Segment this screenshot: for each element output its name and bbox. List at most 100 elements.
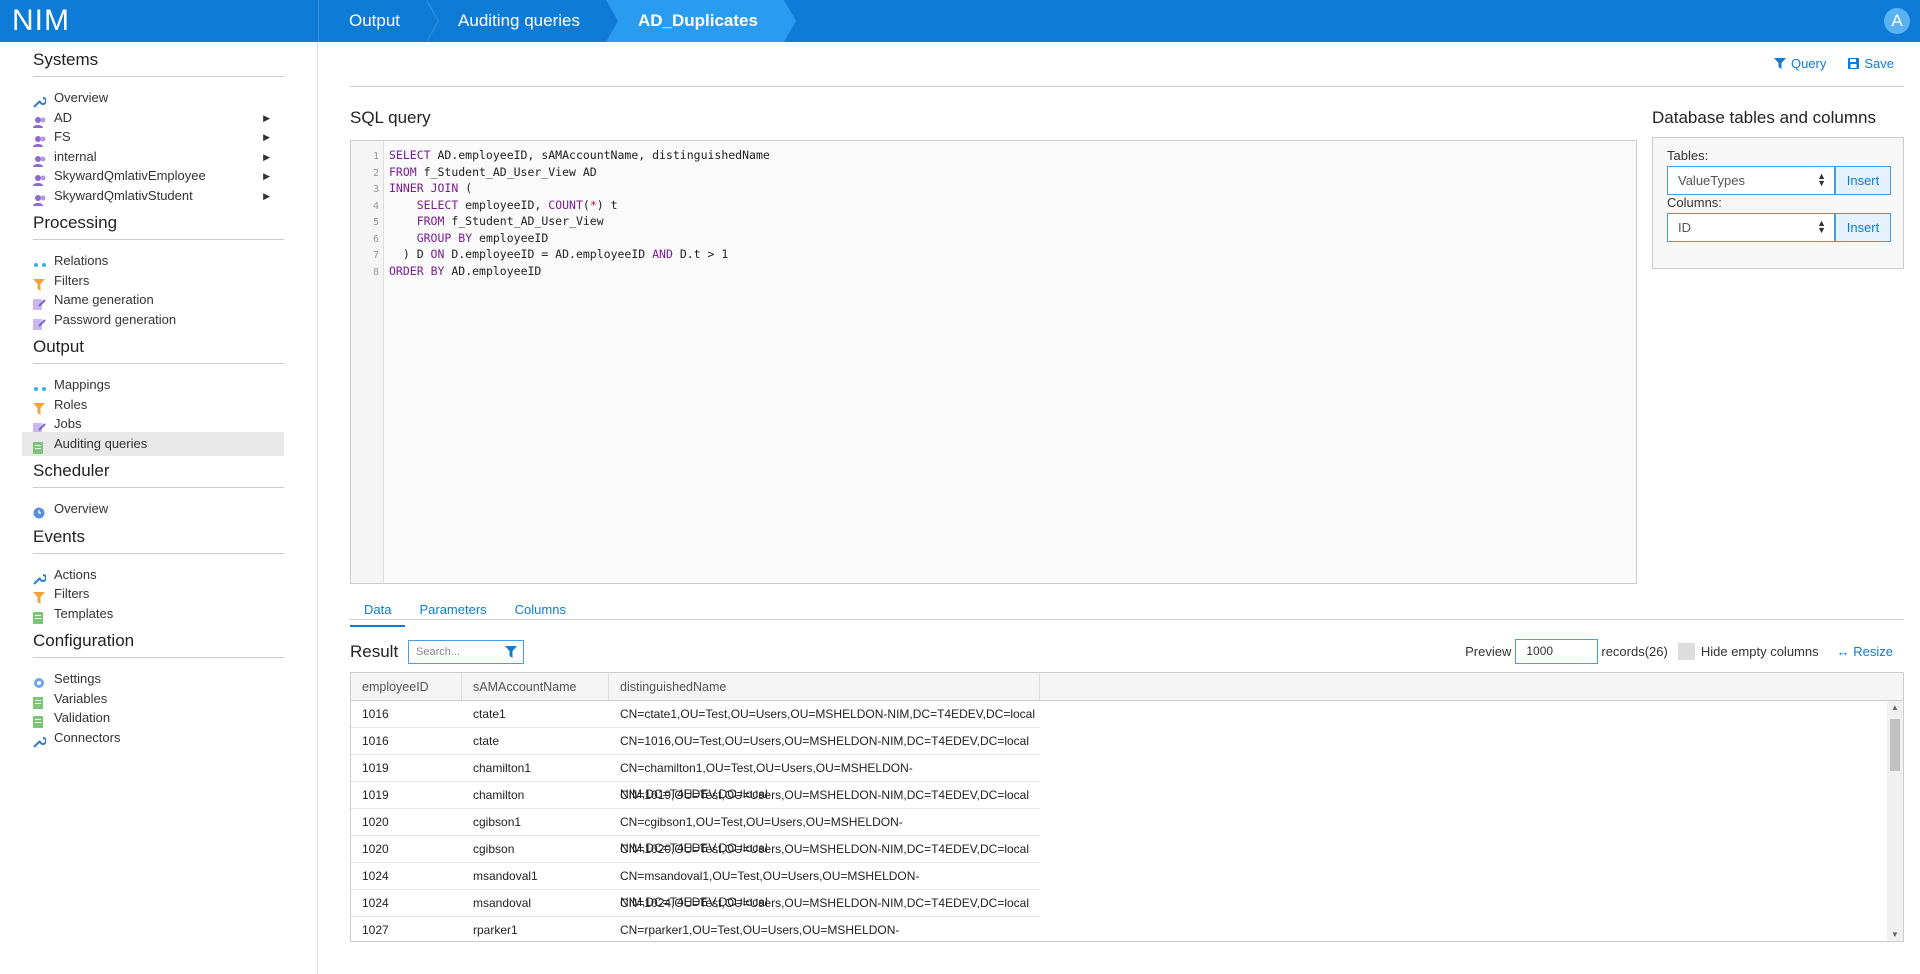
hide-empty-columns-checkbox[interactable]: [1677, 643, 1695, 660]
section-title-output: Output: [33, 337, 85, 356]
divider: [33, 239, 284, 240]
breadcrumb-label: Output: [349, 11, 401, 30]
breadcrumb: Output Auditing queries AD_Duplicates: [319, 0, 796, 42]
filter-icon: [33, 275, 46, 291]
table-cell: 1024: [351, 863, 462, 890]
columns-select-value: ID: [1678, 220, 1691, 235]
code-text: ORDER BY AD.employeeID: [389, 263, 542, 278]
code-line[interactable]: 3 INNER JOIN (: [351, 180, 1636, 197]
wrench-icon: [33, 732, 47, 748]
filter-icon: [33, 399, 46, 415]
code-line[interactable]: 8 ORDER BY AD.employeeID: [351, 263, 1636, 280]
table-body: 1016 ctate1 CN=ctate1,OU=Test,OU=Users,OU=…: [351, 701, 1903, 941]
table-row[interactable]: 1024 msandoval CN=1024,OU=Test,OU=Users,OU…: [351, 890, 1903, 917]
users-icon: [33, 190, 46, 206]
caret-right-icon[interactable]: ▶: [263, 184, 270, 208]
query-button[interactable]: Query: [1773, 56, 1826, 71]
preview-label: Preview: [1465, 644, 1512, 659]
table-row[interactable]: 1020 cgibson CN=1020,OU=Test,OU=Users,OU=M…: [351, 836, 1903, 863]
main-content: Query Save SQL query 1 SELECT AD.employee…: [319, 42, 1920, 974]
sidebar-item-label: Relations: [54, 253, 109, 268]
sidebar-item-auditing-queries[interactable]: Auditing queries: [22, 431, 284, 456]
search-input[interactable]: Search...: [408, 640, 524, 664]
insert-table-button[interactable]: Insert: [1835, 166, 1891, 195]
columns-label: Columns:: [1667, 195, 1722, 210]
scroll-down-icon[interactable]: ▼: [1887, 930, 1903, 939]
sidebar-item-label: Settings: [54, 671, 101, 686]
document-icon: [33, 608, 46, 624]
table-cell: CN=1016,OU=Test,OU=Users,OU=MSHELDON-NIM…: [609, 728, 1040, 755]
column-header-distinguishedname[interactable]: distinguishedName: [609, 673, 1040, 700]
tab-columns[interactable]: Columns: [501, 594, 580, 627]
column-header-employeeid[interactable]: employeeID: [351, 673, 462, 700]
table-cell: CN=chamilton1,OU=Test,OU=Users,OU=MSHELD…: [609, 755, 1040, 801]
code-line[interactable]: 5 FROM f_Student_AD_User_View: [351, 213, 1636, 230]
code-line[interactable]: 1 SELECT AD.employeeID, sAMAccountName, d…: [351, 147, 1636, 164]
table-row[interactable]: 1016 ctate1 CN=ctate1,OU=Test,OU=Users,OU=…: [351, 701, 1903, 728]
table-cell: chamilton: [462, 782, 609, 809]
sidebar-item-label: Variables: [54, 690, 108, 706]
database-tables-title: Database tables and columns: [1652, 108, 1876, 127]
code-text: FROM f_Student_AD_User_View: [416, 214, 604, 228]
filter-icon: [1773, 58, 1786, 69]
database-panel: Tables: ValueTypes ▲ ▼ Insert Columns: ID…: [1652, 137, 1904, 269]
table-cell: 1020: [351, 809, 462, 836]
tables-label: Tables:: [1667, 148, 1709, 163]
sidebar-item-label: AD: [54, 109, 73, 125]
table-cell: 1027: [351, 917, 462, 941]
preview-controls: Preview 1000 records(26) Hide empty colu…: [1465, 639, 1893, 664]
clock-icon: [33, 503, 46, 519]
sidebar-item-overview[interactable]: Overview: [22, 497, 284, 521]
scroll-up-icon[interactable]: ▲: [1887, 703, 1903, 712]
wrench-icon: [33, 92, 47, 108]
code-line[interactable]: 2 FROM f_Student_AD_User_View AD: [351, 164, 1636, 181]
table-row[interactable]: 1019 chamilton1 CN=chamilton1,OU=Test,OU=U…: [351, 755, 1903, 801]
table-cell: msandoval1: [462, 863, 609, 890]
table-row[interactable]: 1019 chamilton CN=1019,OU=Test,OU=Users,OU…: [351, 782, 1903, 809]
document-icon: [33, 438, 46, 454]
filter-icon[interactable]: [505, 646, 517, 658]
insert-column-button[interactable]: Insert: [1835, 213, 1891, 242]
save-button[interactable]: Save: [1848, 56, 1894, 71]
breadcrumb-label: Auditing queries: [458, 11, 580, 30]
avatar[interactable]: A: [1884, 8, 1910, 34]
scrollbar-thumb[interactable]: [1890, 719, 1900, 771]
divider: [33, 76, 284, 77]
table-cell: CN=cgibson1,OU=Test,OU=Users,OU=MSHELDON…: [609, 809, 1040, 855]
breadcrumb-output[interactable]: Output: [319, 0, 440, 42]
divider: [33, 657, 284, 658]
hide-empty-columns-label: Hide empty columns: [1700, 644, 1819, 659]
table-row[interactable]: 1024 msandoval1 CN=msandoval1,OU=Test,OU=U…: [351, 863, 1903, 909]
table-row[interactable]: 1016 ctate CN=1016,OU=Test,OU=Users,OU=MSH…: [351, 728, 1903, 755]
divider: [350, 86, 1904, 87]
table-row[interactable]: 1027 rparker1 CN=rparker1,OU=Test,OU=Users…: [351, 917, 1903, 941]
result-table: employeeID sAMAccountName distinguishedN…: [350, 672, 1904, 942]
tables-select[interactable]: ValueTypes ▲ ▼: [1667, 166, 1835, 195]
columns-select[interactable]: ID ▲ ▼: [1667, 213, 1835, 242]
sidebar-item-password-generation[interactable]: Password generation: [22, 308, 284, 332]
tab-parameters[interactable]: Parameters: [405, 594, 500, 627]
resize-button[interactable]: ↔ Resize: [1837, 644, 1893, 659]
column-header-samaccountname[interactable]: sAMAccountName: [462, 673, 609, 700]
sql-editor[interactable]: 1 SELECT AD.employeeID, sAMAccountName, d…: [350, 140, 1637, 584]
table-row[interactable]: 1020 cgibson1 CN=cgibson1,OU=Test,OU=Users…: [351, 809, 1903, 855]
code-area[interactable]: 1 SELECT AD.employeeID, sAMAccountName, d…: [351, 147, 1636, 279]
scrollbar[interactable]: ▲ ▼: [1887, 701, 1903, 941]
code-line[interactable]: 6 GROUP BY employeeID: [351, 230, 1636, 247]
table-cell: msandoval: [462, 890, 609, 917]
sidebar-item-templates[interactable]: Templates: [22, 602, 284, 626]
breadcrumb-ad-duplicates[interactable]: AD_Duplicates: [605, 0, 796, 42]
sidebar-item-label: Roles: [54, 396, 88, 412]
resize-label: Resize: [1853, 644, 1893, 659]
sidebar-item-label: Filters: [54, 586, 90, 601]
breadcrumb-auditing-queries[interactable]: Auditing queries: [426, 0, 619, 42]
app-logo[interactable]: NIM: [0, 0, 318, 42]
preview-count-input[interactable]: 1000: [1515, 639, 1599, 664]
code-line[interactable]: 7 ) D ON D.employeeID = AD.employeeID AN…: [351, 246, 1636, 263]
code-line[interactable]: 4 SELECT employeeID, COUNT(*) t: [351, 197, 1636, 214]
section-title-processing: Processing: [33, 213, 118, 232]
sidebar-item-skywardqmlativstudent[interactable]: SkywardQmlativStudent ▶: [22, 184, 284, 208]
tab-data[interactable]: Data: [350, 594, 406, 627]
table-cell: 1019: [351, 782, 462, 809]
sidebar-item-connectors[interactable]: Connectors: [22, 726, 284, 750]
